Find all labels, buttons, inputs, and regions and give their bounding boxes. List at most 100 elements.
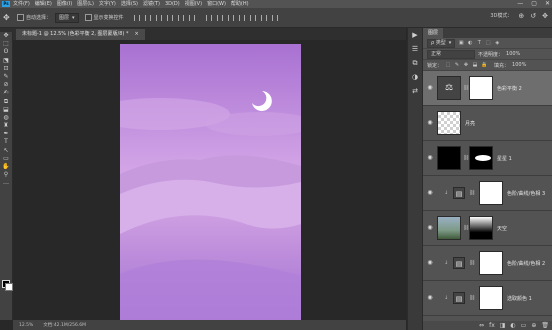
layer-mask-thumbnail[interactable] [469,146,493,170]
menu-file[interactable]: 文件(F) [13,0,30,8]
align-left-icon[interactable] [166,14,173,21]
layer-name[interactable]: 天空 [497,225,507,232]
layer-name[interactable]: 选取颜色 1 [507,295,532,302]
menu-3d[interactable]: 3D(D) [165,0,180,8]
tab-close-icon[interactable]: × [134,29,138,40]
pixel-filter-icon[interactable]: ▣ [458,40,464,46]
layer-name[interactable]: 色阶/曲线/色相 3 [507,190,545,197]
document-canvas[interactable] [120,44,301,320]
menu-edit[interactable]: 编辑(E) [35,0,52,8]
collapse-panels-icon[interactable]: ▶ [408,28,422,42]
quick-select-tool-icon[interactable]: ⬔ [0,57,12,65]
menu-select[interactable]: 选择(S) [121,0,138,8]
distribute-hcenter-icon[interactable] [249,14,256,21]
mask-link-icon[interactable]: ⛓ [469,295,475,301]
opacity-value[interactable]: 100% [506,51,520,57]
auto-select-checkbox[interactable] [17,14,24,21]
brush-tool-icon[interactable]: ✍ [0,89,12,97]
layer-row[interactable]: ◉ 月亮 [423,106,552,141]
type-filter-icon[interactable]: T [476,40,482,46]
menu-type[interactable]: 文字(Y) [99,0,116,8]
eraser-tool-icon[interactable]: ◍ [0,114,12,122]
healing-tool-icon[interactable]: ⊘ [0,81,12,89]
layer-mask-thumbnail[interactable] [469,216,493,240]
more-tools-icon[interactable]: … [0,179,12,187]
menu-window[interactable]: 窗口(W) [207,0,226,8]
document-tab[interactable]: 未标题-1 @ 12.5% (色彩平衡 2, 图层蒙版/8) * × [16,29,145,40]
hand-tool-icon[interactable]: ✋ [0,163,12,171]
align-hcenter-icon[interactable] [177,14,184,21]
align-right-icon[interactable] [188,14,195,21]
gradient-tool-icon[interactable]: ♜ [0,122,12,130]
adjustment-filter-icon[interactable]: ◐ [467,40,473,46]
history-brush-tool-icon[interactable]: ⬓ [0,106,12,114]
layer-row[interactable]: ◉ ↓ ▤ ⛓ 选取颜色 1 [423,281,552,316]
layer-mask-thumbnail[interactable] [469,76,493,100]
pen-tool-icon[interactable]: ✒ [0,130,12,138]
lock-pixels-icon[interactable]: ✎ [454,62,460,68]
align-vcenter-icon[interactable] [144,14,151,21]
visibility-eye-icon[interactable]: ◉ [426,259,434,267]
layer-name[interactable]: 星星 1 [497,155,512,162]
new-layer-icon[interactable]: ⊕ [531,321,536,330]
link-layers-icon[interactable]: ⇔ [479,321,484,330]
mask-link-icon[interactable]: ⛓ [469,260,475,266]
new-adjustment-icon[interactable]: ◐ [510,321,515,330]
menu-help[interactable]: 帮助(H) [231,0,249,8]
align-top-icon[interactable] [133,14,140,21]
lock-all-icon[interactable]: 🔒 [481,62,487,68]
auto-align-icon[interactable] [271,14,278,21]
tab-layers[interactable]: 图层 [423,28,444,38]
layer-mask-thumbnail[interactable] [479,251,503,275]
crop-tool-icon[interactable]: ⊡ [0,65,12,73]
blend-mode-dropdown[interactable]: 正常 [427,49,475,59]
visibility-eye-icon[interactable]: ◉ [426,119,434,127]
layer-name[interactable]: 月亮 [465,120,475,127]
distribute-vcenter-icon[interactable] [216,14,223,21]
layer-filter-dropdown[interactable]: ρ 类型 ▾ [427,38,456,48]
channels-panel-icon[interactable]: ⇄ [408,84,422,98]
clone-stamp-tool-icon[interactable]: ⧉ [0,98,12,106]
layer-row[interactable]: ◉ ⚖ ⛓ 色彩平衡 2 [423,71,552,106]
lock-position-icon[interactable]: ✥ [463,62,469,68]
show-transform-checkbox[interactable] [84,14,92,21]
layer-row[interactable]: ◉ ↓ ▤ ⛓ 色阶/曲线/色相 2 [423,246,552,281]
fill-value[interactable]: 100% [512,62,526,68]
minimize-button[interactable]: — [517,0,523,8]
layer-name[interactable]: 色阶/曲线/色相 2 [507,260,545,267]
zoom-tool-icon[interactable]: ⚲ [0,171,12,179]
path-select-tool-icon[interactable]: ↖ [0,147,12,155]
history-panel-icon[interactable]: ☰ [408,42,422,56]
zoom-level[interactable]: 12.5% [19,323,33,328]
layer-name[interactable]: 色彩平衡 2 [497,85,522,92]
menu-view[interactable]: 视图(V) [185,0,202,8]
adjustments-panel-icon[interactable]: ◑ [408,70,422,84]
auto-select-dropdown[interactable]: 图层 ▾ [55,12,79,23]
distribute-bottom-icon[interactable] [227,14,234,21]
background-color-swatch[interactable] [5,283,13,291]
visibility-eye-icon[interactable]: ◉ [426,189,434,197]
lock-artboard-icon[interactable]: ⬓ [472,62,478,68]
add-mask-icon[interactable]: ◨ [500,321,506,330]
marquee-tool-icon[interactable]: ⬚ [0,40,12,48]
menu-filter[interactable]: 滤镜(T) [143,0,160,8]
layer-mask-thumbnail[interactable] [479,181,503,205]
3d-orbit-icon[interactable]: ⊕ [518,12,524,20]
rectangle-tool-icon[interactable]: ▭ [0,155,12,163]
shape-filter-icon[interactable]: ⬚ [485,40,491,46]
smart-object-filter-icon[interactable]: ◈ [494,40,500,46]
distribute-left-icon[interactable] [238,14,245,21]
layer-style-icon[interactable]: fx [489,321,495,330]
menu-image[interactable]: 图像(I) [57,0,72,8]
properties-panel-icon[interactable]: ⧉ [408,56,422,70]
3d-roll-icon[interactable]: ↺ [530,12,536,20]
visibility-eye-icon[interactable]: ◉ [426,294,434,302]
new-group-icon[interactable]: ▭ [521,321,527,330]
visibility-eye-icon[interactable]: ◉ [426,84,434,92]
layer-mask-thumbnail[interactable] [479,286,503,310]
maximize-button[interactable]: ▢ [531,0,537,8]
layer-row[interactable]: ◉ ⛓ 天空 [423,211,552,246]
distribute-right-icon[interactable] [260,14,267,21]
eyedropper-tool-icon[interactable]: ✎ [0,73,12,81]
lasso-tool-icon[interactable]: ʘ [0,48,12,56]
